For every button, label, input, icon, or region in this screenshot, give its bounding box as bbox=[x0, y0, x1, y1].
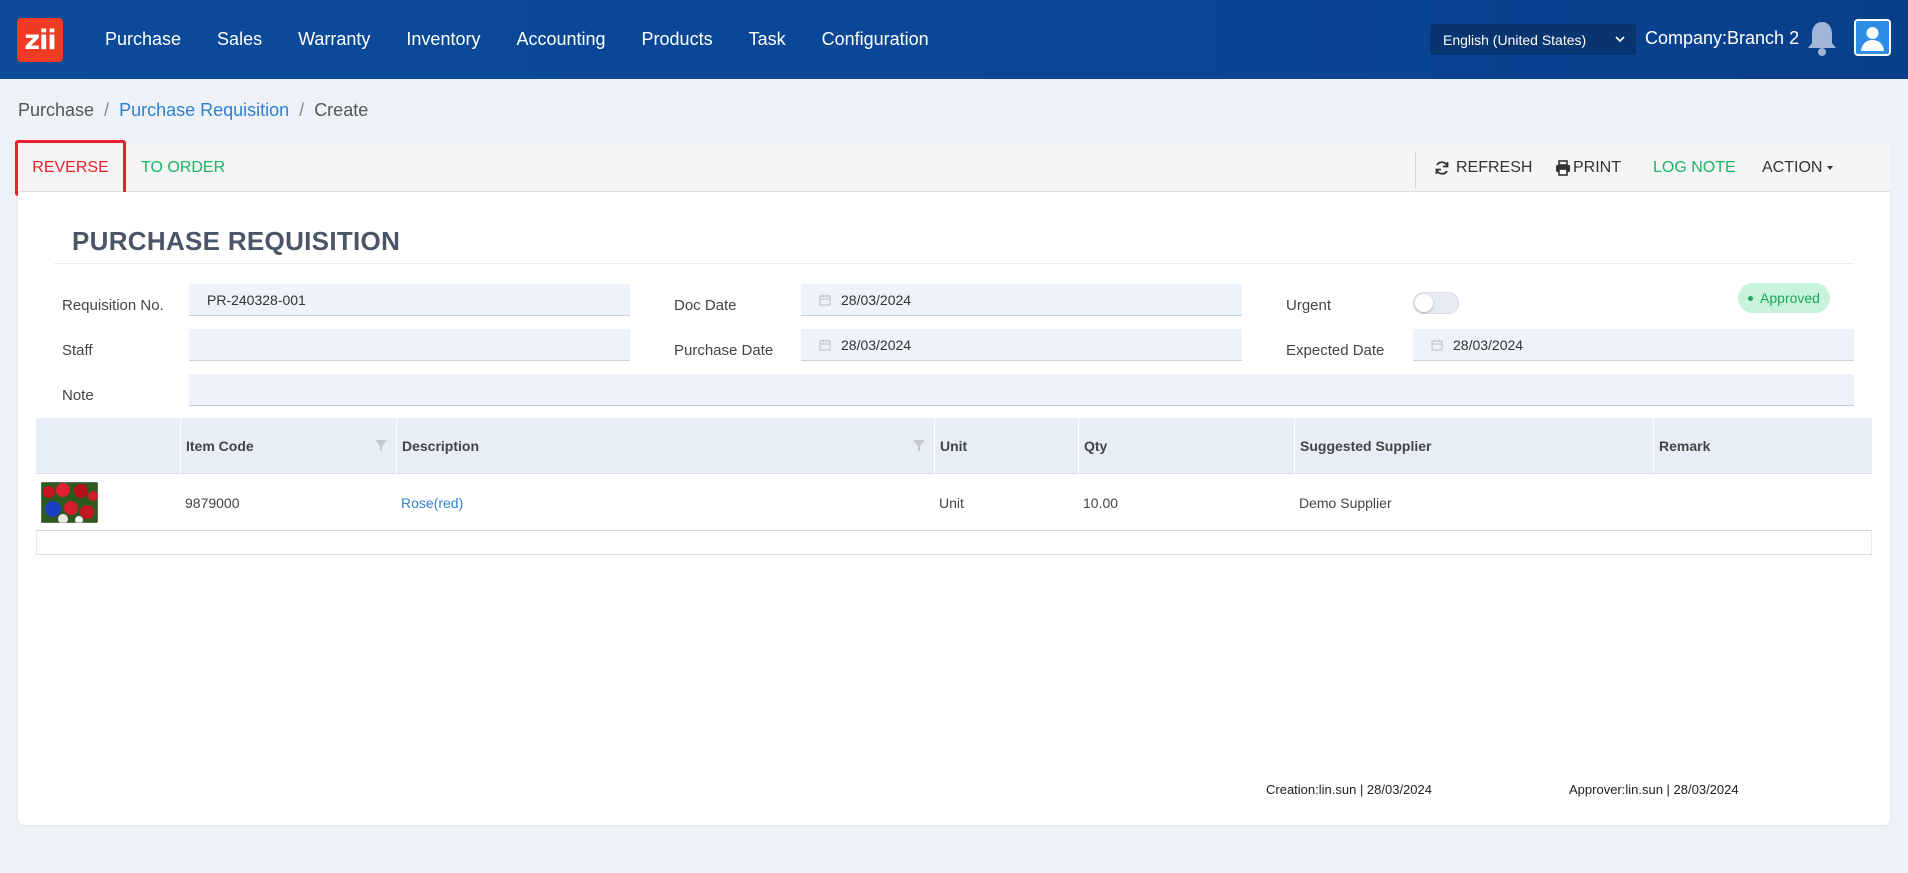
urgent-toggle[interactable] bbox=[1413, 292, 1459, 314]
bell-icon[interactable] bbox=[1804, 19, 1840, 57]
supplier-cell: Demo Supplier bbox=[1299, 494, 1392, 511]
toolbar-divider bbox=[1415, 152, 1416, 188]
main-nav: Purchase Sales Warranty Inventory Accoun… bbox=[105, 0, 965, 79]
status-dot-icon bbox=[1748, 295, 1754, 301]
reverse-button[interactable]: REVERSE bbox=[15, 140, 126, 196]
filter-icon[interactable] bbox=[374, 438, 388, 452]
qty-cell: 10.00 bbox=[1083, 494, 1119, 511]
doc-date-label: Doc Date bbox=[674, 297, 737, 314]
breadcrumb-current: Create bbox=[314, 100, 369, 120]
top-navbar: zii Purchase Sales Warranty Inventory Ac… bbox=[0, 0, 1908, 79]
note-field[interactable] bbox=[189, 374, 1854, 406]
purchase-date-value: 28/03/2024 bbox=[841, 336, 912, 353]
breadcrumb-separator: / bbox=[299, 100, 305, 120]
doc-date-field[interactable]: 28/03/2024 bbox=[801, 284, 1242, 316]
refresh-button[interactable]: REFRESH bbox=[1434, 144, 1532, 192]
to-order-button[interactable]: TO ORDER bbox=[141, 144, 225, 192]
requisition-no-field[interactable]: PR-240328-001 bbox=[189, 284, 630, 316]
toggle-knob bbox=[1415, 294, 1433, 312]
description-link[interactable]: Rose(red) bbox=[396, 474, 934, 531]
table-row[interactable]: 9879000 Rose(red) Unit 10.00 Demo Suppli… bbox=[36, 474, 1872, 531]
note-label: Note bbox=[62, 387, 94, 404]
requisition-card: PURCHASE REQUISITION Requisition No. PR-… bbox=[18, 192, 1890, 825]
action-dropdown[interactable]: ACTION bbox=[1762, 144, 1835, 192]
purchase-date-field[interactable]: 28/03/2024 bbox=[801, 329, 1242, 361]
col-unit[interactable]: Unit bbox=[934, 418, 1078, 474]
breadcrumb-purchase[interactable]: Purchase bbox=[18, 100, 94, 121]
col-item-code[interactable]: Item Code bbox=[180, 418, 396, 474]
remark-cell bbox=[1653, 474, 1872, 531]
breadcrumb-purchase-requisition[interactable]: Purchase Requisition bbox=[119, 100, 289, 121]
log-note-button[interactable]: LOG NOTE bbox=[1653, 144, 1736, 192]
col-qty[interactable]: Qty bbox=[1078, 418, 1294, 474]
unit-cell: Unit bbox=[939, 494, 964, 511]
page-title: PURCHASE REQUISITION bbox=[72, 226, 401, 256]
nav-task[interactable]: Task bbox=[749, 29, 786, 50]
nav-configuration[interactable]: Configuration bbox=[822, 29, 929, 50]
creation-info: Creation:lin.sun | 28/03/2024 bbox=[1266, 782, 1432, 797]
table-footer bbox=[36, 531, 1872, 555]
status-badge: Approved bbox=[1738, 283, 1830, 313]
user-avatar[interactable] bbox=[1854, 19, 1891, 56]
user-icon bbox=[1856, 21, 1889, 54]
refresh-icon bbox=[1435, 161, 1449, 175]
item-thumbnail bbox=[41, 482, 98, 523]
breadcrumb-separator: / bbox=[104, 100, 110, 120]
col-suggested-supplier[interactable]: Suggested Supplier bbox=[1294, 418, 1653, 474]
breadcrumb: Purchase / Purchase Requisition / Create bbox=[18, 100, 368, 121]
calendar-icon bbox=[819, 339, 831, 350]
items-table: Item Code Description Unit Qty Suggested… bbox=[36, 418, 1872, 555]
staff-label: Staff bbox=[62, 342, 93, 359]
print-button[interactable]: PRINT bbox=[1555, 144, 1621, 192]
nav-sales[interactable]: Sales bbox=[217, 29, 262, 50]
refresh-label: REFRESH bbox=[1456, 159, 1533, 176]
nav-products[interactable]: Products bbox=[642, 29, 713, 50]
filter-icon[interactable] bbox=[912, 438, 926, 452]
caret-down-icon bbox=[1827, 166, 1834, 170]
company-label[interactable]: Company:Branch 2 bbox=[1645, 28, 1799, 49]
nav-inventory[interactable]: Inventory bbox=[406, 29, 480, 50]
urgent-label: Urgent bbox=[1286, 297, 1332, 314]
action-toolbar: REVERSE TO ORDER REFRESH PRINT LOG NOTE … bbox=[15, 140, 1890, 196]
title-divider bbox=[54, 263, 1854, 264]
col-item-code-label: Item Code bbox=[186, 438, 254, 454]
item-image-cell bbox=[36, 474, 180, 531]
col-description[interactable]: Description bbox=[396, 418, 934, 474]
approver-info: Approver:lin.sun | 28/03/2024 bbox=[1569, 782, 1739, 797]
expected-date-value: 28/03/2024 bbox=[1453, 336, 1524, 353]
status-label: Approved bbox=[1760, 290, 1820, 306]
requisition-no-label: Requisition No. bbox=[62, 297, 164, 314]
chevron-down-icon bbox=[1615, 36, 1625, 43]
print-label: PRINT bbox=[1573, 159, 1621, 176]
nav-purchase[interactable]: Purchase bbox=[105, 29, 181, 50]
col-description-label: Description bbox=[402, 438, 480, 454]
expected-date-field[interactable]: 28/03/2024 bbox=[1413, 329, 1854, 361]
app-logo[interactable]: zii bbox=[17, 18, 63, 62]
rose-image bbox=[41, 482, 98, 523]
staff-field[interactable] bbox=[189, 329, 630, 361]
printer-icon bbox=[1556, 160, 1570, 176]
doc-date-value: 28/03/2024 bbox=[841, 291, 912, 308]
language-value: English (United States) bbox=[1443, 31, 1587, 48]
calendar-icon bbox=[1431, 339, 1443, 350]
col-image bbox=[36, 418, 180, 474]
nav-warranty[interactable]: Warranty bbox=[298, 29, 370, 50]
table-header: Item Code Description Unit Qty Suggested… bbox=[36, 418, 1872, 474]
col-remark[interactable]: Remark bbox=[1653, 418, 1872, 474]
language-select[interactable]: English (United States) bbox=[1430, 24, 1636, 55]
purchase-date-label: Purchase Date bbox=[674, 342, 774, 359]
item-code-cell: 9879000 bbox=[185, 494, 240, 511]
calendar-icon bbox=[819, 294, 831, 305]
expected-date-label: Expected Date bbox=[1286, 342, 1385, 359]
nav-accounting[interactable]: Accounting bbox=[516, 29, 605, 50]
action-label: ACTION bbox=[1762, 159, 1823, 176]
